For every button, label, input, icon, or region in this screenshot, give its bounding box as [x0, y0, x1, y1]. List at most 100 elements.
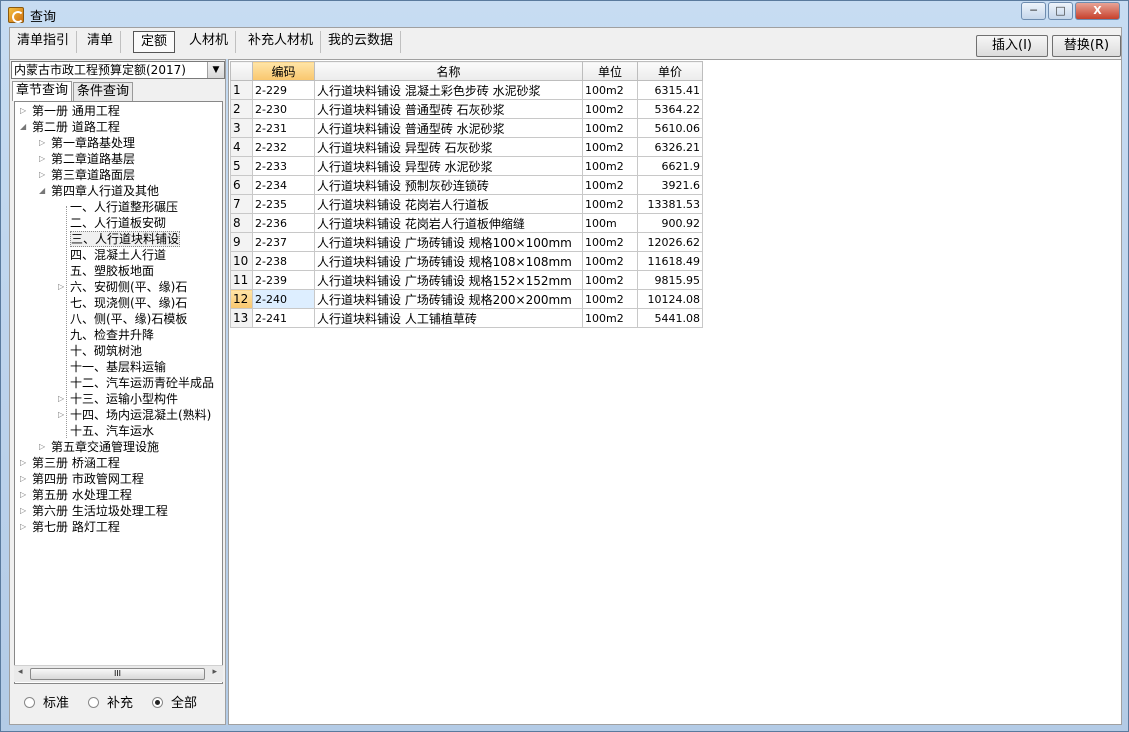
tree-node[interactable]: ▷ 第七册 路灯工程	[20, 519, 120, 535]
table-row[interactable]: 6 2-234 人行道块料铺设 预制灰砂连锁砖 100m2 3921.6	[230, 175, 703, 195]
column-header-code[interactable]: 编码	[252, 61, 315, 81]
horizontal-scrollbar[interactable]: ◂ III ▸	[14, 665, 223, 682]
tree-node[interactable]: ▷ 第一册 通用工程	[20, 103, 120, 119]
minimize-button[interactable]: ─	[1021, 2, 1046, 20]
cell-price[interactable]: 5441.08	[637, 308, 703, 328]
tree-node[interactable]: ▷ 第一章路基处理	[39, 135, 135, 151]
cell-code[interactable]: 2-236	[252, 213, 315, 233]
column-header-price[interactable]: 单价	[637, 61, 703, 81]
cell-unit[interactable]: 100m2	[582, 99, 638, 119]
tree-node[interactable]: ◢ 第四章人行道及其他	[39, 183, 159, 199]
cell-unit[interactable]: 100m2	[582, 270, 638, 290]
cell-name[interactable]: 人行道块料铺设 预制灰砂连锁砖	[314, 175, 583, 195]
expand-arrow-icon[interactable]: ▷	[20, 471, 29, 487]
tree-node[interactable]: ▷ 第三章道路面层	[39, 167, 135, 183]
tree-node[interactable]: 十五、汽车运水	[70, 423, 154, 439]
cell-code[interactable]: 2-230	[252, 99, 315, 119]
expand-arrow-icon[interactable]: ▷	[20, 487, 29, 503]
tree-node[interactable]: 七、现浇侧(平、缘)石	[70, 295, 187, 311]
table-row[interactable]: 11 2-239 人行道块料铺设 广场砖铺设 规格152×152mm 100m2 981…	[230, 270, 703, 290]
insert-button[interactable]: 插入(I)	[976, 35, 1048, 57]
table-row[interactable]: 5 2-233 人行道块料铺设 异型砖 水泥砂浆 100m2 6621.9	[230, 156, 703, 176]
tree-node[interactable]: 五、塑胶板地面	[70, 263, 154, 279]
expand-arrow-icon[interactable]: ▷	[39, 135, 48, 151]
tree-node[interactable]: 十二、汽车运沥青砼半成品	[70, 375, 214, 391]
maximize-button[interactable]: □	[1048, 2, 1073, 20]
tree-node[interactable]: 一、人行道整形碾压	[70, 199, 178, 215]
chevron-down-icon[interactable]: ▼	[207, 62, 224, 78]
scroll-left-icon[interactable]: ◂	[18, 667, 23, 677]
tree-node[interactable]: 十、砌筑树池	[70, 343, 142, 359]
tree-node[interactable]: 九、检查井升降	[70, 327, 154, 343]
tab-quota[interactable]: 定额	[133, 31, 176, 53]
collapse-arrow-icon[interactable]: ◢	[20, 119, 29, 135]
cell-name[interactable]: 人行道块料铺设 普通型砖 石灰砂浆	[314, 99, 583, 119]
cell-code[interactable]: 2-229	[252, 80, 315, 100]
cell-price[interactable]: 6621.9	[637, 156, 703, 176]
tree-node[interactable]: 三、人行道块料铺设	[70, 231, 181, 247]
radio-supplement-icon[interactable]	[88, 697, 99, 708]
tree-node[interactable]: 十一、基层料运输	[70, 359, 166, 375]
expand-arrow-icon[interactable]: ▷	[20, 103, 29, 119]
expand-arrow-icon[interactable]: ▷	[20, 519, 29, 535]
expand-arrow-icon[interactable]: ▷	[39, 439, 48, 455]
radio-all-icon[interactable]	[152, 697, 163, 708]
cell-price[interactable]: 6315.41	[637, 80, 703, 100]
cell-price[interactable]: 5610.06	[637, 118, 703, 138]
table-row[interactable]: 7 2-235 人行道块料铺设 花岗岩人行道板 100m2 13381.53	[230, 194, 703, 214]
table-row[interactable]: 3 2-231 人行道块料铺设 普通型砖 水泥砂浆 100m2 5610.06	[230, 118, 703, 138]
cell-unit[interactable]: 100m2	[582, 156, 638, 176]
tree-node[interactable]: ▷ 十四、场内运混凝土(熟料)	[58, 407, 211, 423]
cell-unit[interactable]: 100m	[582, 213, 638, 233]
tree-node[interactable]: ▷ 六、安砌侧(平、缘)石	[58, 279, 187, 295]
radio-standard[interactable]: 标准	[24, 697, 69, 711]
tree-node[interactable]: ▷ 第六册 生活垃圾处理工程	[20, 503, 168, 519]
close-button[interactable]: X	[1075, 2, 1120, 20]
cell-unit[interactable]: 100m2	[582, 175, 638, 195]
radio-all[interactable]: 全部	[152, 697, 197, 711]
table-row[interactable]: 4 2-232 人行道块料铺设 异型砖 石灰砂浆 100m2 6326.21	[230, 137, 703, 157]
expand-arrow-icon[interactable]: ▷	[20, 455, 29, 471]
cell-code[interactable]: 2-239	[252, 270, 315, 290]
cell-code[interactable]: 2-241	[252, 308, 315, 328]
column-header-name[interactable]: 名称	[314, 61, 583, 81]
cell-code[interactable]: 2-235	[252, 194, 315, 214]
table-row[interactable]: 10 2-238 人行道块料铺设 广场砖铺设 规格108×108mm 100m2 116…	[230, 251, 703, 271]
expand-arrow-icon[interactable]: ▷	[39, 151, 48, 167]
cell-name[interactable]: 人行道块料铺设 异型砖 水泥砂浆	[314, 156, 583, 176]
cell-name[interactable]: 人行道块料铺设 异型砖 石灰砂浆	[314, 137, 583, 157]
tab-supplement-lmm[interactable]: 补充人材机	[241, 31, 322, 53]
radio-supplement[interactable]: 补充	[88, 697, 133, 711]
quota-library-select[interactable]: 内蒙古市政工程预算定额(2017) ▼	[11, 61, 225, 79]
cell-code[interactable]: 2-231	[252, 118, 315, 138]
tree-node[interactable]: 四、混凝土人行道	[70, 247, 166, 263]
tree-node[interactable]: ▷ 第二章道路基层	[39, 151, 135, 167]
cell-unit[interactable]: 100m2	[582, 289, 638, 309]
cell-name[interactable]: 人行道块料铺设 广场砖铺设 规格152×152mm	[314, 270, 583, 290]
column-header-unit[interactable]: 单位	[582, 61, 638, 81]
cell-price[interactable]: 3921.6	[637, 175, 703, 195]
cell-name[interactable]: 人行道块料铺设 广场砖铺设 规格100×100mm	[314, 232, 583, 252]
expand-arrow-icon[interactable]: ▷	[39, 167, 48, 183]
cell-code[interactable]: 2-238	[252, 251, 315, 271]
expand-arrow-icon[interactable]: ▷	[20, 503, 29, 519]
cell-name[interactable]: 人行道块料铺设 花岗岩人行道板	[314, 194, 583, 214]
cell-price[interactable]: 5364.22	[637, 99, 703, 119]
cell-name[interactable]: 人行道块料铺设 混凝土彩色步砖 水泥砂浆	[314, 80, 583, 100]
cell-code[interactable]: 2-233	[252, 156, 315, 176]
tab-condition-query[interactable]: 条件查询	[73, 82, 134, 101]
tab-bill-guide[interactable]: 清单指引	[10, 31, 78, 53]
collapse-arrow-icon[interactable]: ◢	[39, 183, 48, 199]
cell-name[interactable]: 人行道块料铺设 人工铺植草砖	[314, 308, 583, 328]
cell-code[interactable]: 2-237	[252, 232, 315, 252]
cell-name[interactable]: 人行道块料铺设 普通型砖 水泥砂浆	[314, 118, 583, 138]
cell-price[interactable]: 12026.62	[637, 232, 703, 252]
cell-unit[interactable]: 100m2	[582, 137, 638, 157]
table-row[interactable]: 8 2-236 人行道块料铺设 花岗岩人行道板伸缩缝 100m 900.92	[230, 213, 703, 233]
table-row[interactable]: 1 2-229 人行道块料铺设 混凝土彩色步砖 水泥砂浆 100m2 6315.41	[230, 80, 703, 100]
cell-price[interactable]: 10124.08	[637, 289, 703, 309]
scroll-thumb[interactable]: III	[30, 668, 205, 680]
tree-node[interactable]: ▷ 第五册 水处理工程	[20, 487, 132, 503]
cell-unit[interactable]: 100m2	[582, 194, 638, 214]
tree-node[interactable]: 二、人行道板安砌	[70, 215, 166, 231]
